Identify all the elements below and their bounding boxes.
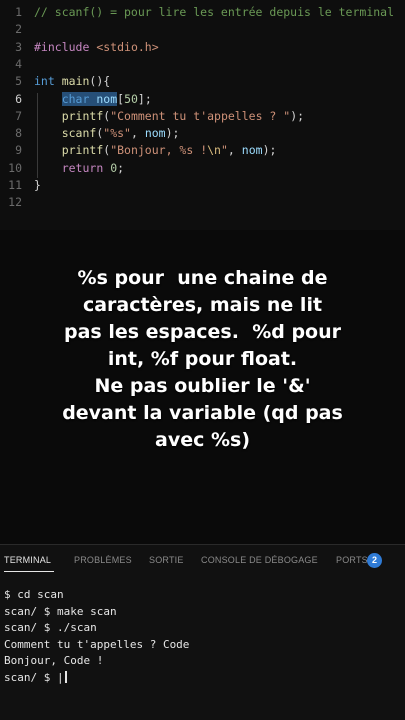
code-token: (){ (89, 74, 111, 89)
screen: 1 // scanf() = pour lire les entrée depui… (0, 0, 405, 720)
tab-terminal[interactable]: TERMINAL (4, 555, 51, 565)
caption-line: devant la variable (qd pas (62, 402, 343, 424)
terminal-prompt-line[interactable]: scan/ $ | (4, 670, 402, 687)
line-number: 3 (15, 39, 22, 54)
line-number: 2 (15, 22, 22, 37)
video-caption: %s pour une chaine de caractères, mais n… (20, 265, 385, 454)
line-number: 12 (8, 195, 22, 210)
code-token: nom (241, 143, 263, 158)
code-token: ); (290, 108, 305, 123)
code-line[interactable]: 3 #include <stdio.h> (0, 39, 405, 56)
code-text: } (34, 177, 41, 194)
panel-tabs: TERMINAL PROBLÈMES SORTIE CONSOLE DE DÉB… (0, 545, 405, 577)
code-token: "Comment tu t'appelles ? " (110, 108, 291, 123)
code-token: return (61, 160, 104, 175)
code-line[interactable]: 2 (0, 21, 405, 38)
code-token: \n (207, 143, 221, 158)
bottom-panel: TERMINAL PROBLÈMES SORTIE CONSOLE DE DÉB… (0, 544, 405, 720)
code-token: nom (144, 126, 166, 141)
code-token: ); (262, 143, 277, 158)
code-token: "Bonjour, %s ! (110, 143, 208, 158)
line-number: 5 (15, 74, 22, 89)
terminal-line: Comment tu t'appelles ? Code (4, 637, 190, 651)
line-number: 10 (8, 160, 22, 175)
code-token: " (220, 143, 228, 158)
caption-line: pas les espaces. %d pour (64, 321, 341, 343)
code-token: } (34, 178, 41, 192)
code-line[interactable]: 8 scanf("%s", nom); (0, 125, 405, 142)
code-editor[interactable]: 1 // scanf() = pour lire les entrée depui… (0, 0, 405, 230)
tab-debug-console[interactable]: CONSOLE DE DÉBOGAGE (201, 555, 318, 565)
terminal-line: Bonjour, Code ! (4, 654, 104, 667)
line-number: 8 (15, 126, 22, 141)
active-tab-indicator (4, 571, 54, 572)
code-token: // scanf() = pour lire les entrée depuis… (34, 5, 395, 19)
code-token: int (34, 74, 55, 89)
terminal-output[interactable]: $ cd scan scan/ $ make scan scan/ $ ./sc… (4, 587, 402, 686)
caption-line: avec %s) (155, 429, 250, 451)
code-line[interactable]: 7 printf("Comment tu t'appelles ? "); (0, 108, 405, 125)
code-text: #include <stdio.h> (34, 39, 159, 56)
line-number: 9 (15, 143, 22, 158)
tab-ports[interactable]: PORTS (336, 555, 368, 565)
caption-line: caractères, mais ne lit (82, 294, 323, 316)
code-token: ); (165, 126, 180, 141)
code-token: main (61, 74, 90, 89)
line-number: 6 (15, 91, 22, 106)
code-token: char (61, 91, 90, 106)
code-text: // scanf() = pour lire les entrée depuis… (34, 4, 394, 21)
line-number: 11 (8, 178, 22, 192)
terminal-prompt: scan/ $ | (4, 670, 64, 684)
code-token: ; (117, 160, 125, 175)
code-line[interactable]: 11} (0, 177, 405, 194)
code-token: <stdio.h> (96, 39, 159, 54)
code-line[interactable]: 4 (0, 56, 405, 73)
caption-line: %s pour une chaine de (77, 267, 328, 289)
code-line[interactable]: 5 int main(){ (0, 73, 405, 90)
code-token: ]; (137, 91, 152, 106)
tab-output[interactable]: SORTIE (149, 555, 184, 565)
code-text: return 0; (34, 160, 124, 177)
code-token: , (227, 143, 242, 158)
ports-count-badge: 2 (367, 553, 382, 568)
code-token: "%s" (103, 126, 131, 141)
tab-problems[interactable]: PROBLÈMES (74, 555, 132, 565)
code-token: , (130, 126, 145, 141)
code-text: scanf("%s", nom); (34, 125, 180, 142)
code-token: scanf (61, 126, 97, 141)
code-line[interactable]: 10 return 0; (0, 160, 405, 177)
code-text: printf("Comment tu t'appelles ? "); (34, 108, 304, 125)
code-token: printf (61, 143, 104, 158)
terminal-line: scan/ $ make scan (4, 604, 117, 618)
code-line[interactable]: 6 char nom[50]; (0, 91, 405, 108)
code-line[interactable]: 12 (0, 194, 405, 211)
terminal-line: scan/ $ ./scan (4, 621, 97, 634)
code-text: int main(){ (34, 73, 110, 90)
caption-line: Ne pas oublier le '&' (94, 375, 311, 397)
code-text: char nom[50]; (34, 91, 152, 108)
code-token: printf (61, 108, 104, 123)
terminal-line: $ cd scan (4, 588, 64, 601)
code-token: 50 (124, 91, 138, 106)
line-number: 1 (15, 5, 22, 19)
code-token: nom (96, 91, 118, 106)
line-number: 7 (15, 108, 22, 123)
code-line[interactable]: 1 // scanf() = pour lire les entrée depui… (0, 4, 405, 21)
code-text: printf("Bonjour, %s !\n", nom); (34, 142, 277, 159)
text-cursor (64, 670, 67, 683)
code-token: #include (34, 39, 90, 54)
caption-line: int, %f pour float. (107, 348, 298, 370)
code-line[interactable]: 9 printf("Bonjour, %s !\n", nom); (0, 142, 405, 159)
line-number: 4 (15, 56, 22, 71)
